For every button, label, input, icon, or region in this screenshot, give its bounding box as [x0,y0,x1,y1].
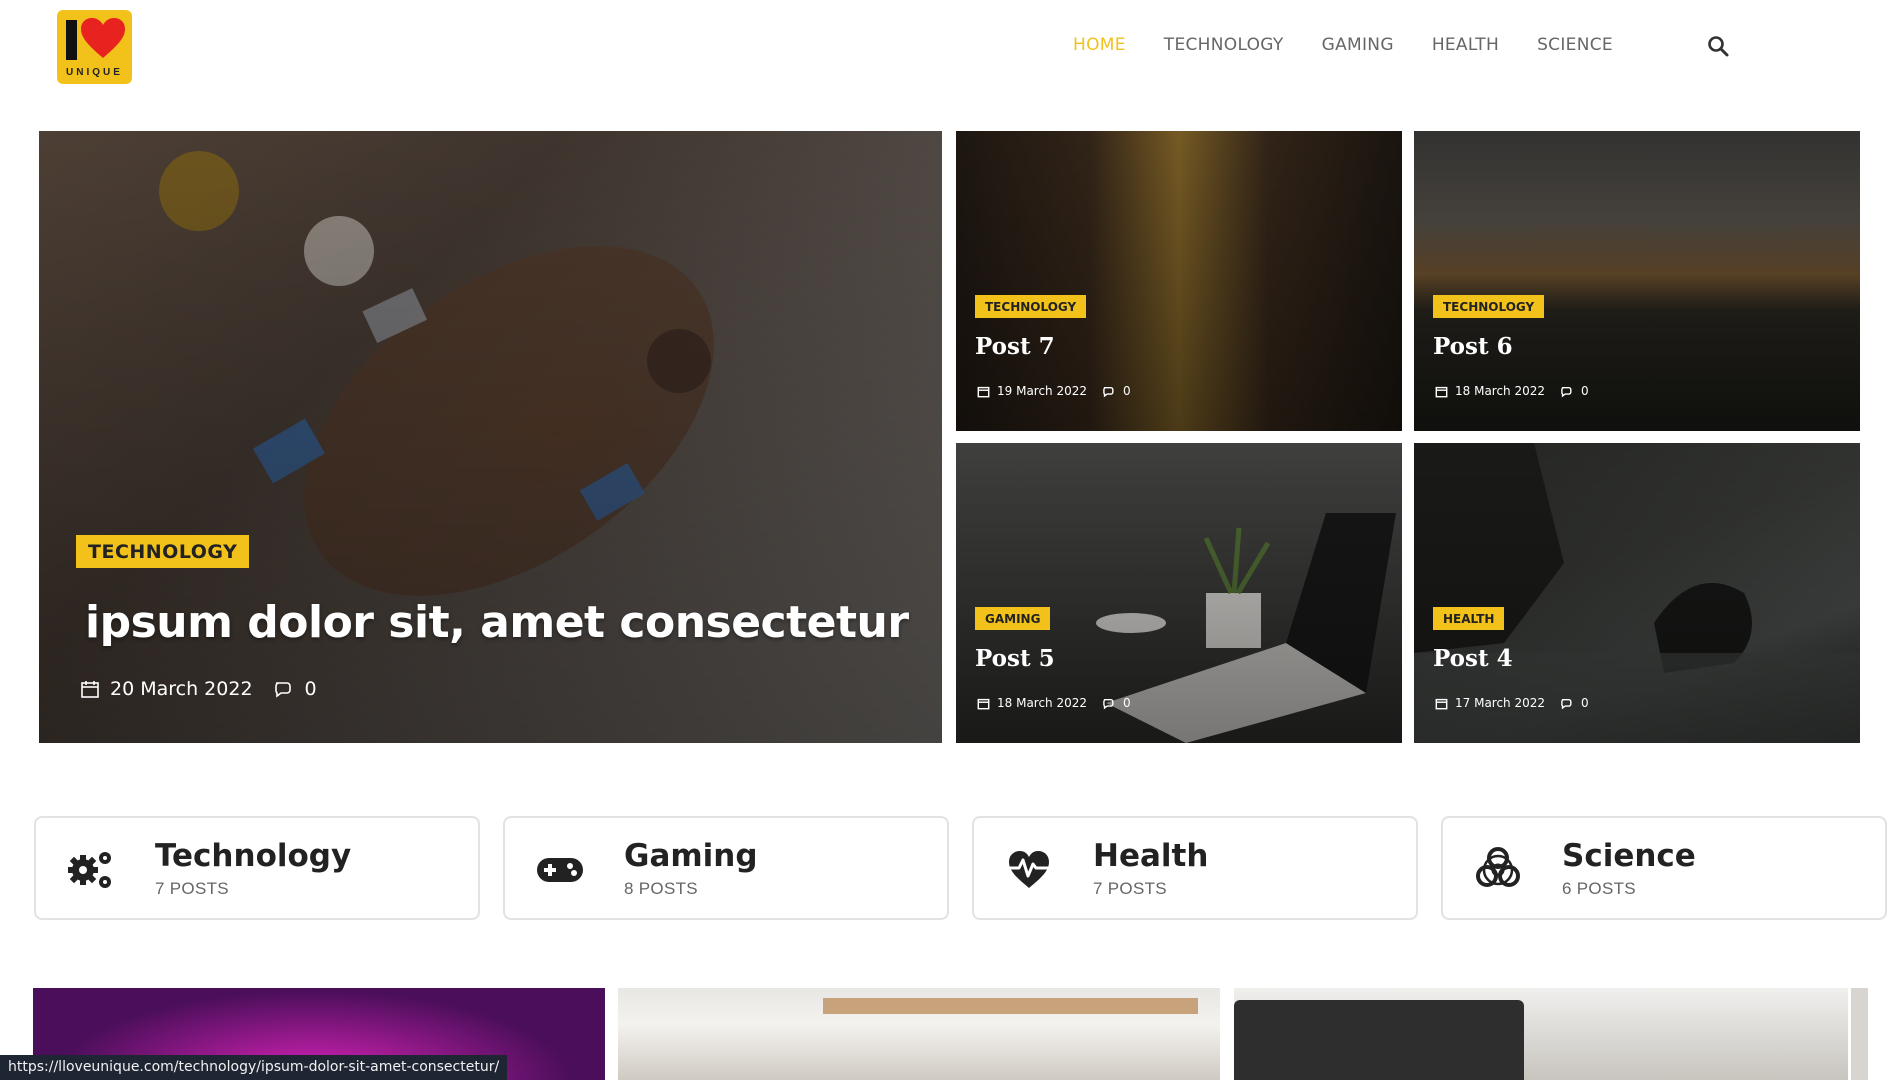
post-card[interactable]: GAMING Post 5 18 March 2022 0 [956,443,1402,743]
comment-count[interactable]: 0 [1123,384,1131,398]
logo-wordmark: UNIQUE [66,67,123,78]
nav-science[interactable]: SCIENCE [1537,35,1613,55]
comments-icon [1561,386,1572,397]
post-thumbnail[interactable] [618,988,1220,1080]
category-science[interactable]: Science 6 POSTS [1441,816,1887,920]
search-icon[interactable] [1706,34,1730,58]
post-meta: 20 March 2022 0 [80,678,317,700]
comment-count[interactable]: 0 [1581,696,1589,710]
comment-count[interactable]: 0 [305,678,317,700]
category-badge[interactable]: TECHNOLOGY [975,295,1087,318]
gamepad-icon [537,858,583,882]
category-gaming[interactable]: Gaming 8 POSTS [503,816,949,920]
post-date: 20 March 2022 [110,678,253,700]
post-date: 19 March 2022 [997,384,1088,398]
site-logo[interactable]: UNIQUE [57,10,132,84]
featured-post-card[interactable]: TECHNOLOGY ipsum dolor sit, amet consect… [39,131,942,743]
calendar-icon [1435,386,1448,397]
post-meta: 18 March 2022 0 [977,696,1131,710]
post-title[interactable]: Post 5 [975,645,1055,672]
calendar-icon [1435,698,1448,709]
post-title[interactable]: Post 4 [1433,645,1513,672]
nav-home[interactable]: HOME [1073,35,1126,55]
category-post-count: 8 POSTS [624,879,698,898]
comments-icon [1561,698,1572,709]
logo-letter-i [66,20,77,60]
category-name: Gaming [624,838,758,874]
comment-count[interactable]: 0 [1123,696,1131,710]
post-meta: 18 March 2022 0 [1435,384,1589,398]
comments-icon [1103,698,1114,709]
calendar-icon [977,386,990,397]
post-date: 18 March 2022 [997,696,1088,710]
category-name: Science [1562,838,1696,874]
post-title[interactable]: Post 7 [975,333,1055,360]
category-post-count: 7 POSTS [1093,879,1167,898]
post-title[interactable]: ipsum dolor sit, amet consectetur [85,597,909,648]
post-meta: 17 March 2022 0 [1435,696,1589,710]
category-name: Technology [155,838,352,874]
biohazard-icon [1476,847,1520,887]
category-post-count: 6 POSTS [1562,879,1636,898]
link-preview-status-bar: https://lloveunique.com/technology/ipsum… [0,1055,508,1080]
category-badge[interactable]: HEALTH [1433,607,1505,630]
heartbeat-icon [1007,851,1051,888]
nav-gaming[interactable]: GAMING [1322,35,1394,55]
post-title[interactable]: Post 6 [1433,333,1513,360]
comments-icon [1103,386,1114,397]
category-post-count: 7 POSTS [155,879,229,898]
post-date: 17 March 2022 [1455,696,1546,710]
post-thumbnail[interactable] [1851,988,1868,1080]
calendar-icon [81,681,99,698]
post-card[interactable]: TECHNOLOGY Post 7 19 March 2022 0 [956,131,1402,431]
category-badge[interactable]: TECHNOLOGY [76,535,250,568]
nav-technology[interactable]: TECHNOLOGY [1164,35,1284,55]
gears-icon [68,852,111,888]
category-name: Health [1093,838,1209,874]
comment-count[interactable]: 0 [1581,384,1589,398]
post-card[interactable]: TECHNOLOGY Post 6 18 March 2022 0 [1414,131,1860,431]
post-thumbnail[interactable] [1234,988,1848,1080]
calendar-icon [977,698,990,709]
main-nav: HOME TECHNOLOGY GAMING HEALTH SCIENCE [1073,35,1613,55]
nav-health[interactable]: HEALTH [1432,35,1499,55]
category-health[interactable]: Health 7 POSTS [972,816,1418,920]
post-card[interactable]: HEALTH Post 4 17 March 2022 0 [1414,443,1860,743]
category-technology[interactable]: Technology 7 POSTS [34,816,480,920]
comments-icon [274,682,291,698]
post-meta: 19 March 2022 0 [977,384,1131,398]
post-date: 18 March 2022 [1455,384,1546,398]
heart-icon [81,18,125,58]
category-badge[interactable]: GAMING [975,607,1051,630]
category-badge[interactable]: TECHNOLOGY [1433,295,1545,318]
